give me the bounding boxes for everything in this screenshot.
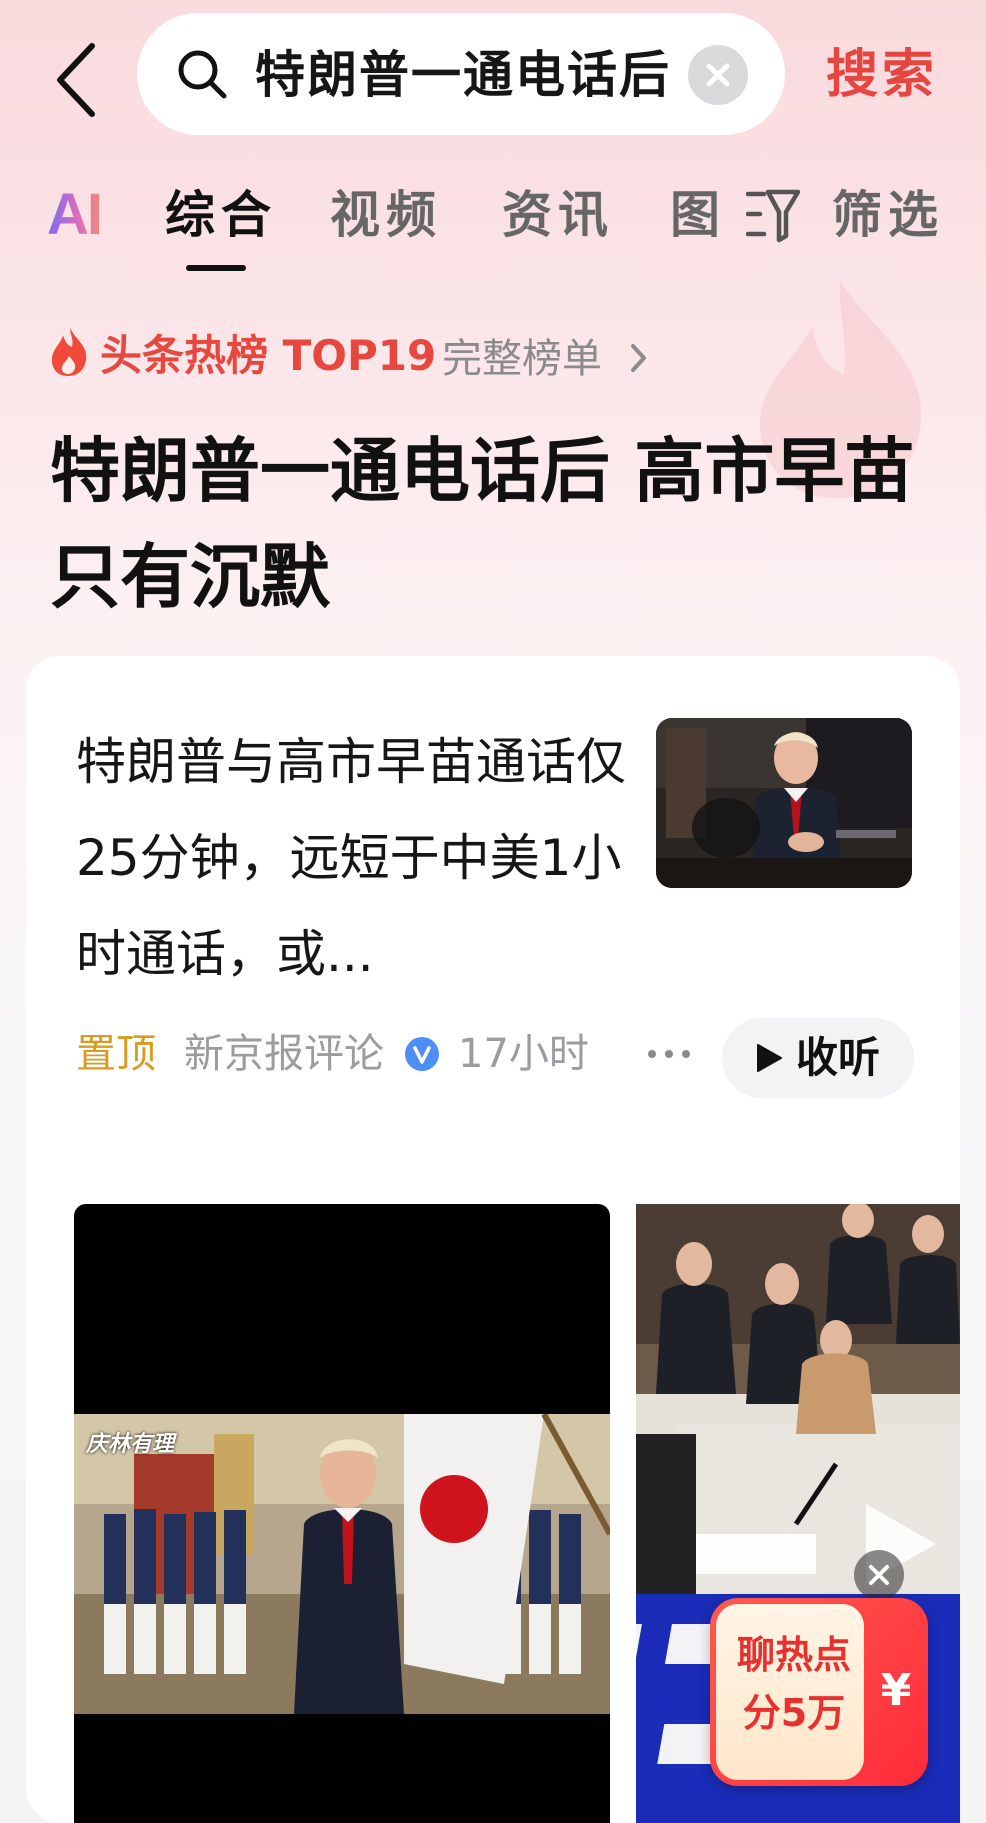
chevron-right-icon (631, 344, 646, 372)
clear-search-button[interactable] (688, 45, 748, 105)
promo-close-button[interactable] (854, 1550, 904, 1600)
play-icon (757, 1044, 782, 1072)
hot-flame-icon (51, 328, 87, 376)
more-options-icon[interactable] (646, 1046, 692, 1062)
tab-comprehensive[interactable]: 综合 (165, 182, 277, 248)
tab-news[interactable]: 资讯 (502, 182, 614, 248)
promo-line-2: 分5万 (742, 1691, 846, 1735)
close-icon (706, 63, 730, 87)
back-arrow-icon (57, 43, 95, 117)
article-thumbnail[interactable] (656, 718, 912, 888)
promo-line-1: 聊热点 (736, 1633, 851, 1677)
listen-label: 收听 (796, 1033, 881, 1082)
tab-video[interactable]: 视频 (330, 182, 442, 248)
promo-widget[interactable]: 聊热点 分5万 ¥ (710, 1598, 928, 1786)
article-title[interactable]: 特朗普与高市早苗通话仅25分钟，远短于中美1小时通话，或... (76, 714, 636, 1014)
search-icon (178, 50, 227, 99)
search-box[interactable]: 特朗普一通电话后 (137, 13, 785, 135)
hotlist-rank-label[interactable]: 头条热榜 TOP19 (100, 328, 436, 384)
tab-images[interactable]: 图 (670, 182, 726, 248)
video-player[interactable]: 庆林有理 (74, 1204, 610, 1823)
active-tab-indicator (186, 265, 246, 271)
video-frame-image (74, 1414, 610, 1714)
pinned-badge: 置顶 (76, 1031, 156, 1077)
video-logo-overlay: 庆林有理 (86, 1431, 175, 1456)
listen-button[interactable]: 收听 (722, 1018, 914, 1098)
filter-button[interactable]: 筛选 (832, 182, 944, 248)
search-button[interactable]: 搜索 (826, 40, 938, 110)
verified-icon (405, 1037, 439, 1071)
full-list-link[interactable]: 完整榜单 (442, 332, 602, 386)
promo-text: 聊热点 分5万 (724, 1626, 864, 1742)
close-icon (869, 1565, 889, 1585)
back-button[interactable] (52, 40, 104, 120)
source-name[interactable]: 新京报评论 (184, 1026, 384, 1082)
publish-time: 17小时 (458, 1031, 589, 1077)
tab-ai[interactable]: AI (47, 182, 103, 248)
currency-icon: ¥ (880, 1665, 912, 1716)
filter-icon[interactable] (746, 186, 800, 244)
page-title: 特朗普一通电话后 高市早苗只有沉默 (50, 430, 915, 618)
